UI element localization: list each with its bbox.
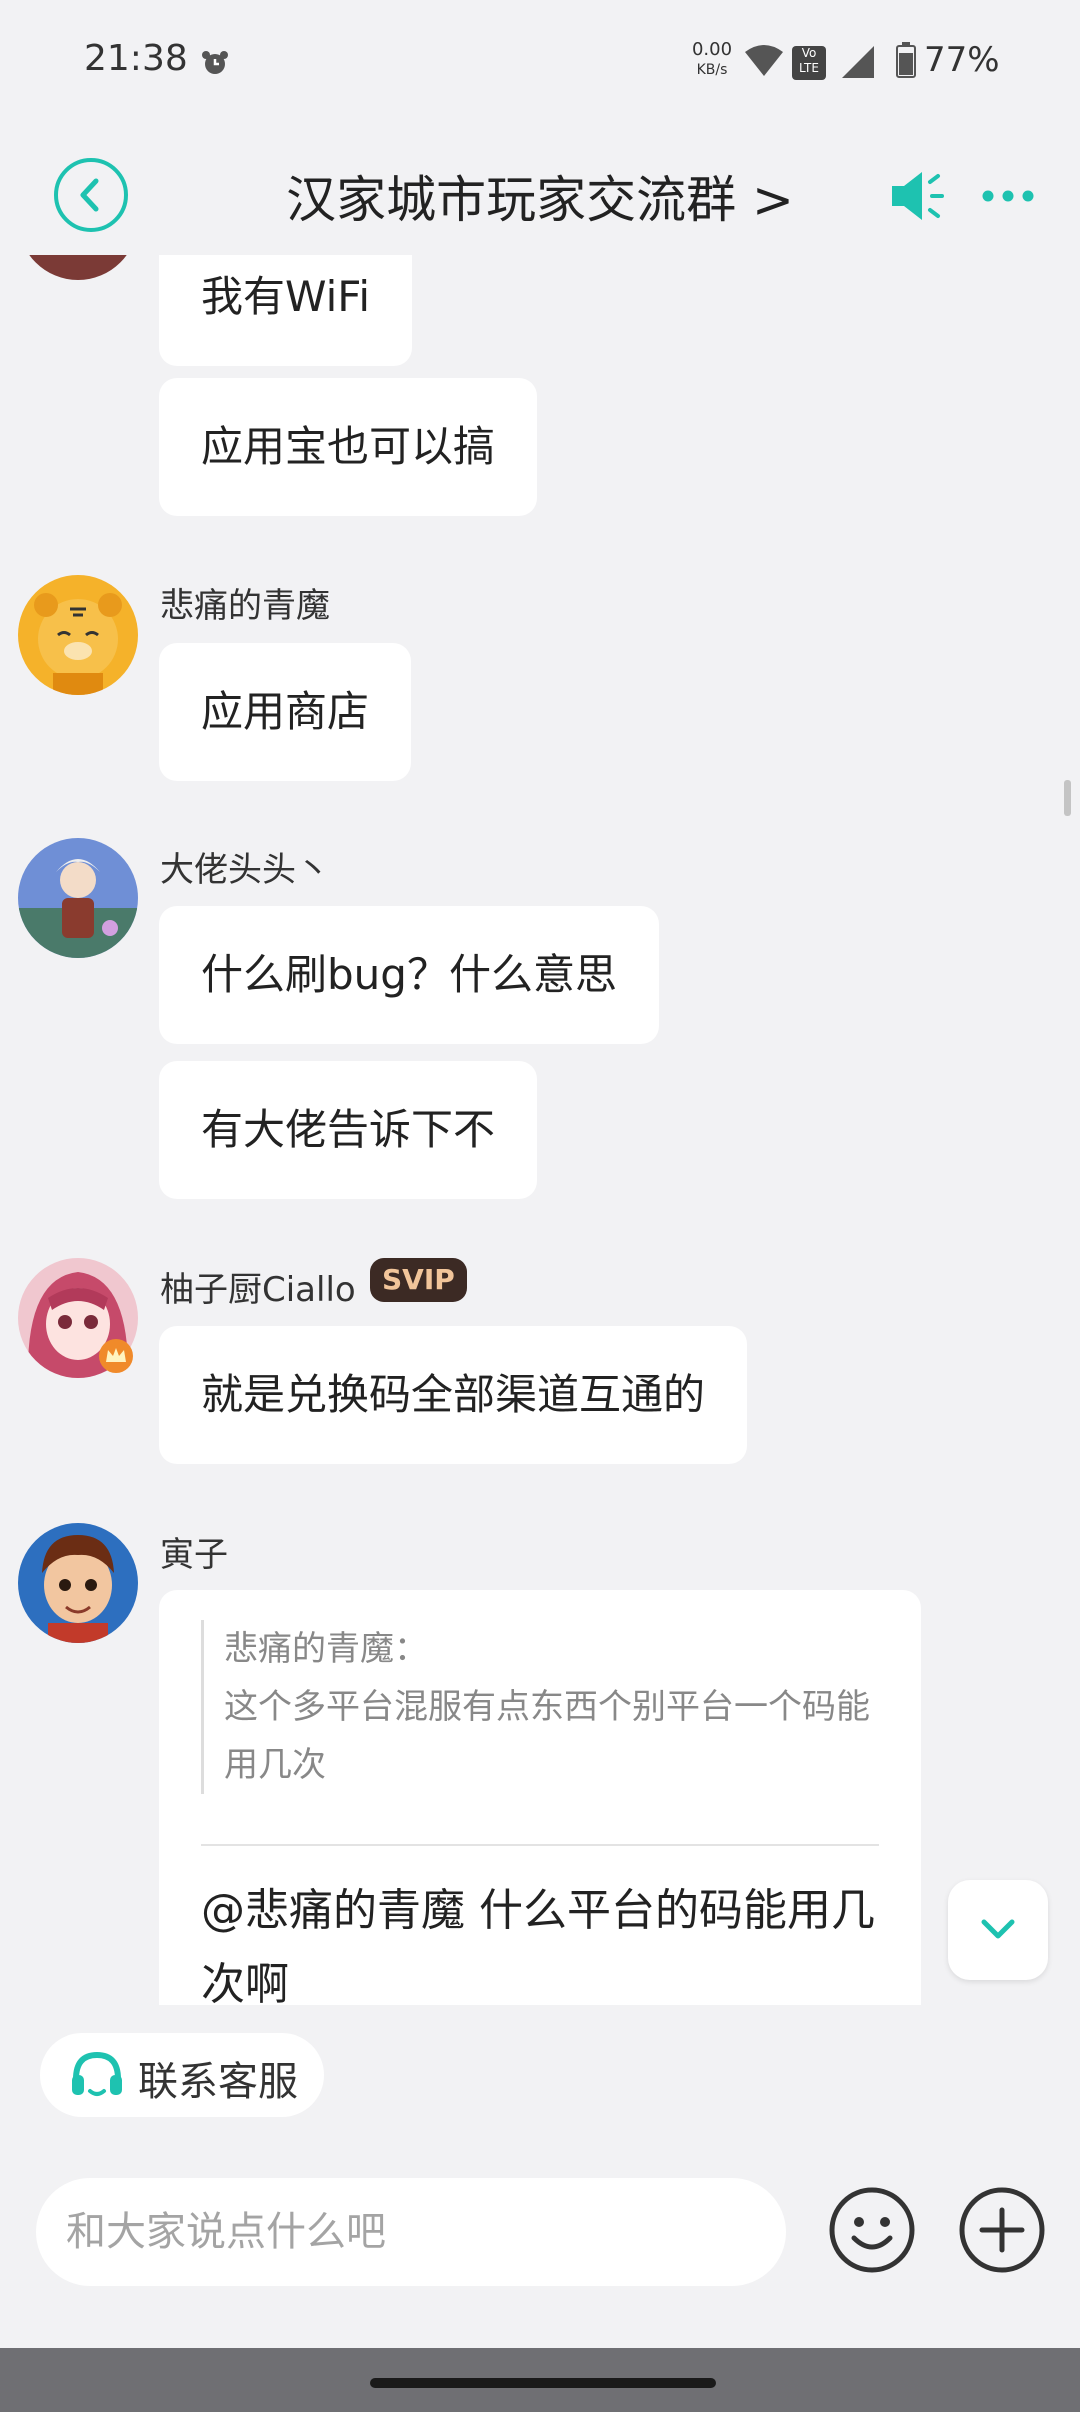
reply-message-bubble[interactable]: 悲痛的青魔： 这个多平台混服有点东西个别平台一个码能用几次 @悲痛的青魔 什么平… (159, 1590, 921, 2005)
message-input[interactable] (36, 2178, 786, 2286)
quote-author: 悲痛的青魔： (224, 1629, 428, 1669)
chat-message-list[interactable]: 我有WiFi 应用宝也可以搞 悲痛的青魔 应用商店 大佬头头丶 什么刷bug？什… (0, 255, 1080, 2005)
sender-name: 柚子厨Ciallo (160, 1270, 356, 1310)
message-text: 应用宝也可以搞 (201, 422, 496, 471)
home-indicator[interactable] (370, 2378, 716, 2388)
contact-service-button[interactable]: 联系客服 (40, 2033, 324, 2117)
system-navigation-bar (0, 2348, 1080, 2412)
svip-badge: SVIP (370, 1258, 467, 1302)
contact-service-label: 联系客服 (138, 2059, 298, 2105)
status-bar: 21:38 0.00 KB/s Vo LTE 77% (0, 0, 1080, 120)
scroll-to-bottom-button[interactable] (948, 1880, 1048, 1980)
headset-icon (72, 2051, 122, 2096)
wifi-icon (745, 45, 783, 76)
message-bubble[interactable]: 应用宝也可以搞 (159, 378, 538, 516)
message-text: 什么刷bug？什么意思 (201, 950, 617, 999)
quoted-message[interactable]: 悲痛的青魔： 这个多平台混服有点东西个别平台一个码能用几次 (201, 1620, 884, 1794)
battery-icon (896, 42, 916, 78)
message-bubble[interactable]: 应用商店 (159, 643, 412, 781)
quote-divider (201, 1844, 879, 1846)
message-bubble[interactable]: 有大佬告诉下不 (159, 1061, 538, 1199)
scroll-indicator (1064, 780, 1071, 816)
chevron-left-icon (80, 178, 99, 212)
sender-name: 大佬头头丶 (160, 850, 330, 890)
message-text: 就是兑换码全部渠道互通的 (201, 1370, 706, 1419)
avatar[interactable] (18, 838, 138, 958)
avatar-tiger-icon (18, 575, 138, 695)
more-dots-icon[interactable] (980, 184, 1036, 208)
message-input-bar (0, 2160, 1080, 2310)
smiley-icon[interactable] (828, 2186, 916, 2274)
chevron-down-icon (981, 1919, 1015, 1939)
avatar-character-icon (18, 838, 138, 958)
speaker-icon[interactable] (888, 166, 948, 226)
quote-text: 这个多平台混服有点东西个别平台一个码能用几次 (224, 1687, 870, 1785)
status-time: 21:38 (84, 38, 188, 79)
message-bubble[interactable]: 我有WiFi (159, 255, 413, 366)
message-text: 应用商店 (201, 687, 370, 736)
back-button[interactable] (54, 158, 128, 232)
message-text: 有大佬告诉下不 (201, 1105, 496, 1154)
message-bubble[interactable]: 什么刷bug？什么意思 (159, 906, 659, 1044)
network-speed: 0.00 KB/s (691, 39, 733, 79)
signal-icon (842, 46, 874, 78)
alarm-icon (202, 51, 228, 74)
message-bubble[interactable]: 就是兑换码全部渠道互通的 (159, 1326, 748, 1464)
avatar[interactable] (18, 575, 138, 695)
sender-name: 寅子 (160, 1535, 228, 1575)
message-text: 我有WiFi (201, 272, 371, 321)
message-text: @悲痛的青魔 什么平台的码能用几次啊 (201, 1885, 875, 2005)
battery-percentage: 77% (924, 40, 1000, 80)
crown-badge-icon (99, 1339, 133, 1373)
plus-circle-icon[interactable] (958, 2186, 1046, 2274)
avatar[interactable] (18, 255, 138, 280)
avatar-boy-icon (18, 1523, 138, 1643)
sender-name: 悲痛的青魔 (160, 586, 330, 626)
chat-header: 汉家城市玩家交流群 > (0, 140, 1080, 250)
avatar[interactable] (18, 1523, 138, 1643)
volte-icon: Vo LTE (792, 46, 826, 80)
